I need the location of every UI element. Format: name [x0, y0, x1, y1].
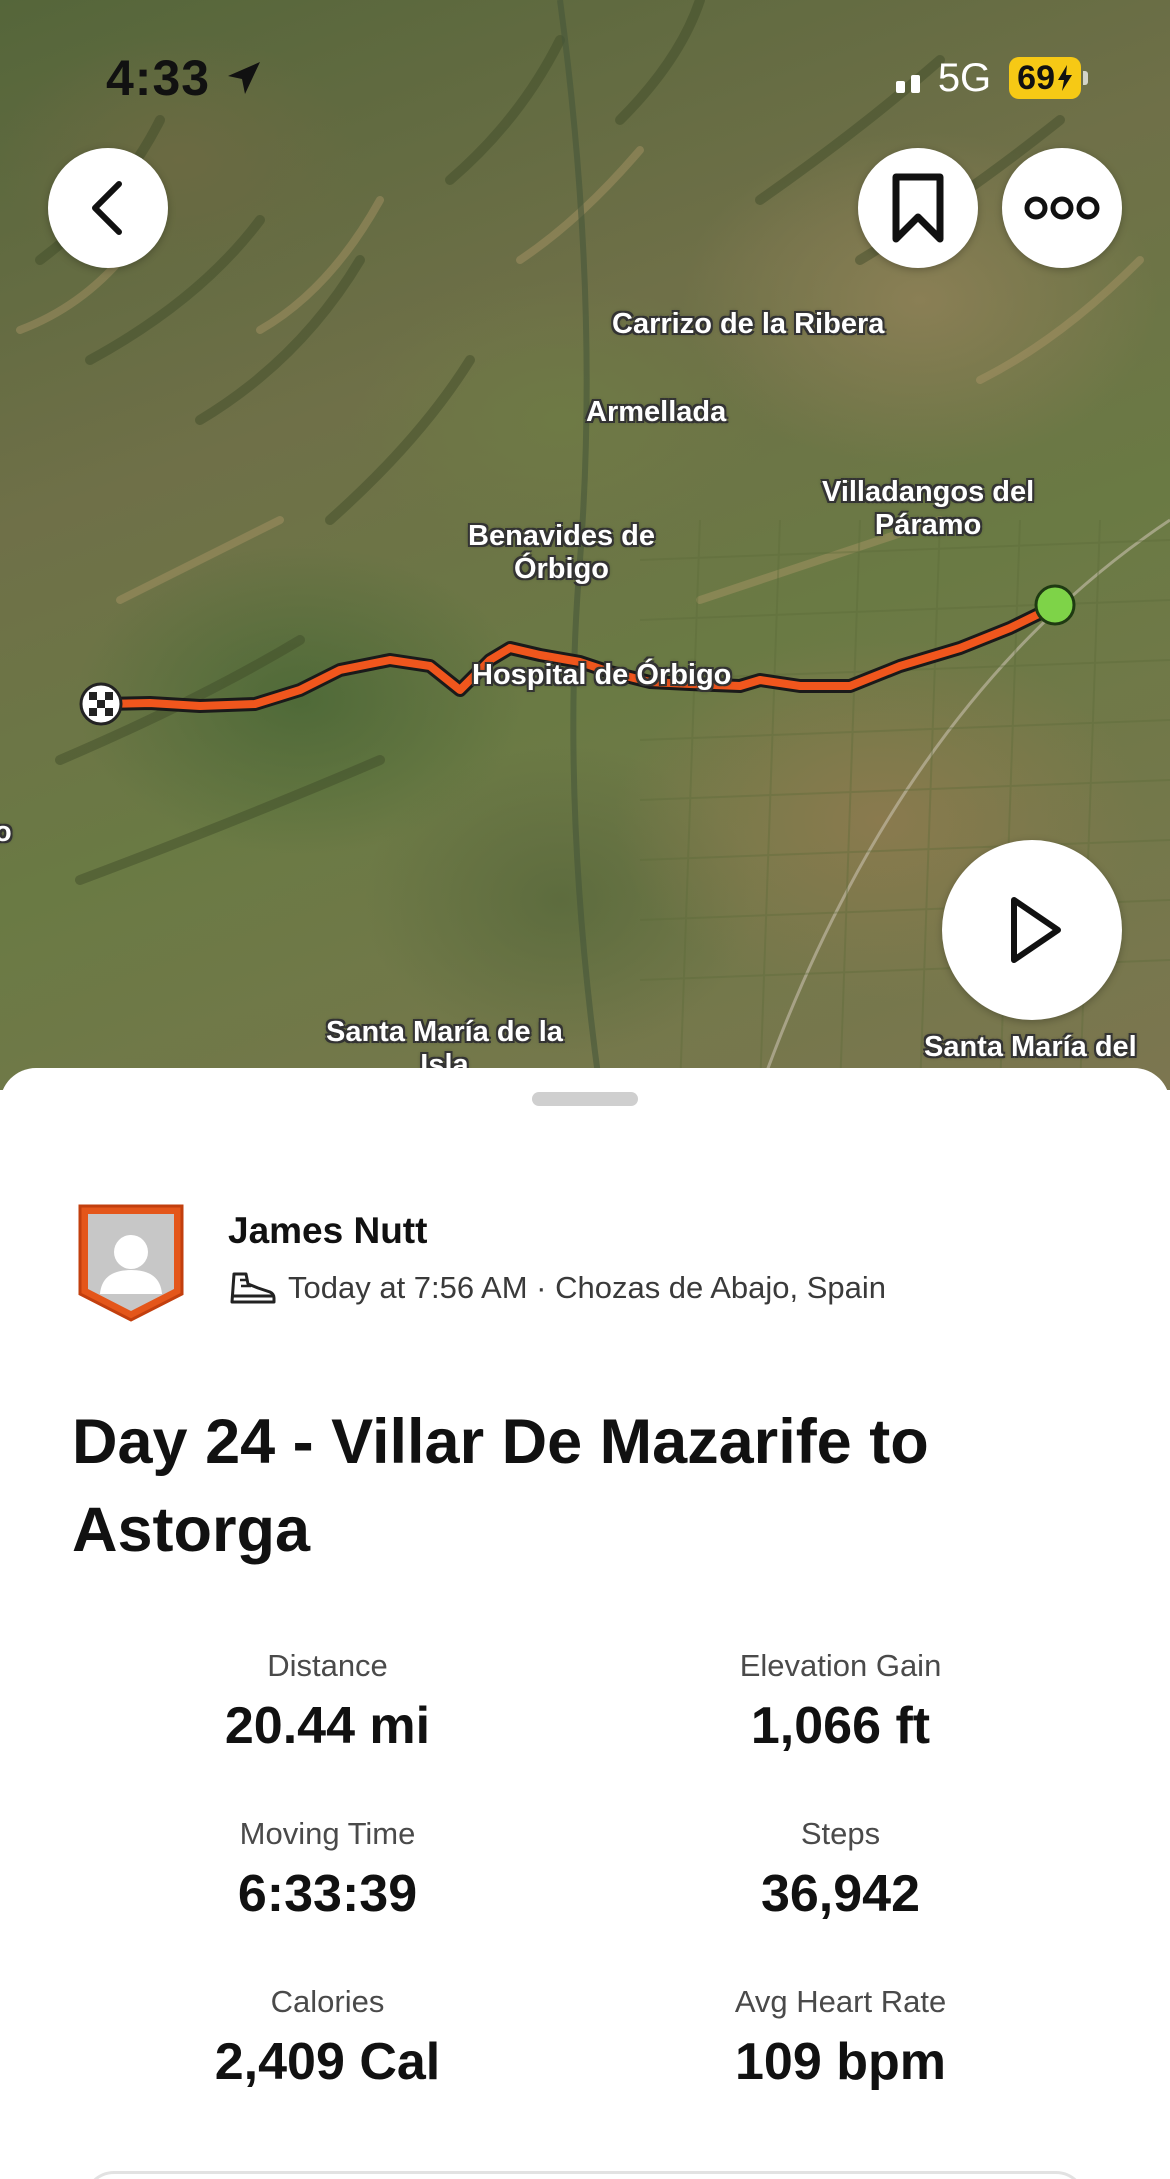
charging-bolt-icon	[1058, 65, 1072, 91]
stat-label: Distance	[267, 1648, 388, 1683]
map-label-villadangos: Villadangos del Páramo	[822, 476, 1035, 541]
stat-steps: Steps 36,942	[548, 1816, 1133, 1924]
signal-icon	[895, 63, 920, 93]
stat-value: 20.44 mi	[224, 1697, 431, 1755]
more-options-button[interactable]	[1002, 148, 1122, 268]
stat-value: 1,066 ft	[750, 1697, 931, 1755]
stat-elevation-gain: Elevation Gain 1,066 ft	[548, 1648, 1133, 1756]
athlete-avatar-icon	[78, 1204, 184, 1322]
map-label-hospital: Hospital de Órbigo	[472, 659, 732, 691]
stat-avg-heart-rate: Avg Heart Rate 109 bpm	[548, 1984, 1133, 2092]
activity-meta: Today at 7:56 AM · Chozas de Abajo, Spai…	[228, 1268, 886, 1308]
more-icon	[1024, 196, 1100, 220]
status-time: 4:33	[106, 48, 264, 108]
stat-moving-time: Moving Time 6:33:39	[35, 1816, 620, 1924]
start-marker	[1034, 584, 1076, 626]
location-arrow-icon	[228, 62, 261, 94]
play-flyover-button[interactable]	[942, 840, 1122, 1020]
map-label-benavides: Benavides de Órbigo	[468, 520, 655, 585]
map-label-carrizo: Carrizo de la Ribera	[612, 308, 885, 340]
sheet-grabber[interactable]	[532, 1092, 638, 1106]
finish-marker	[79, 682, 123, 726]
stat-calories: Calories 2,409 Cal	[35, 1984, 620, 2092]
back-button[interactable]	[48, 148, 168, 268]
battery-level: 69	[1017, 59, 1055, 97]
activity-title: Day 24 - Villar De Mazarife to Astorga	[72, 1407, 929, 1565]
next-card-edge	[84, 2171, 1086, 2179]
chevron-left-icon	[92, 181, 122, 235]
stat-label: Elevation Gain	[739, 1648, 942, 1683]
map-label-santa-maria-del: Santa María del	[924, 1031, 1137, 1063]
stat-distance: Distance 20.44 mi	[35, 1648, 620, 1756]
play-icon	[1011, 897, 1061, 963]
stat-value: 2,409 Cal	[214, 2033, 441, 2091]
stat-label: Calories	[270, 1984, 385, 2019]
hiking-shoe-icon	[230, 1272, 276, 1304]
map-label-edge: o	[0, 816, 12, 848]
stat-label: Steps	[800, 1816, 881, 1851]
stat-label: Moving Time	[239, 1816, 416, 1851]
stat-value: 109 bpm	[735, 2033, 946, 2091]
battery-icon: 69	[1009, 57, 1088, 99]
stat-label: Avg Heart Rate	[734, 1984, 947, 2019]
bookmark-icon	[892, 173, 944, 243]
activity-meta-text: Today at 7:56 AM · Chozas de Abajo, Spai…	[288, 1270, 886, 1305]
status-indicators: 5G 69	[895, 48, 1088, 108]
bookmark-button[interactable]	[858, 148, 978, 268]
network-label: 5G	[937, 55, 992, 100]
route-map[interactable]: 4:33 5G 69 Carrizo de la Ribera Armellad…	[0, 0, 1170, 1090]
avatar[interactable]	[76, 1202, 186, 1324]
activity-sheet: James Nutt Today at 7:56 AM · Chozas de …	[0, 1068, 1170, 2179]
stat-value: 6:33:39	[237, 1865, 418, 1923]
stat-value: 36,942	[760, 1865, 921, 1923]
map-label-armellada: Armellada	[586, 396, 727, 428]
athlete-name[interactable]: James Nutt	[228, 1210, 427, 1252]
